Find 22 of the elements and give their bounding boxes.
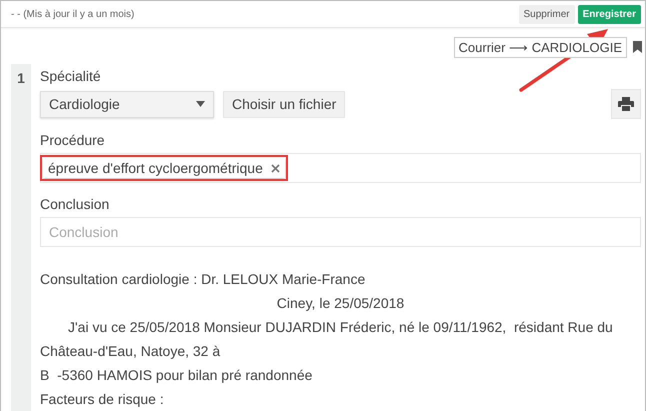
caret-icon (196, 101, 205, 107)
procedure-chip: épreuve d'effort cycloergométrique (43, 158, 285, 178)
letter-paragraph: Ciney, le 25/05/2018 (276, 294, 406, 313)
section-number: 1 (17, 70, 25, 86)
letter-paragraph: Consultation cardiologie : Dr. LELOUX Marie-France (40, 270, 366, 289)
letter-paragraph: Facteurs de risque : (40, 390, 165, 409)
update-status: - - (Mis à jour il y a un mois) (11, 8, 134, 20)
letter-paragraph: J'ai vu ce 25/05/2018 Monsieur DUJARDIN Fréderic, né le 09/11/1962, résidant Rue du Château-d'Eau, Natoye, 32 à (40, 318, 614, 361)
specialty-dropdown[interactable]: Cardiologie (40, 90, 214, 118)
choose-file-button[interactable]: Choisir un fichier (223, 90, 346, 118)
close-icon[interactable] (270, 164, 280, 172)
delete-button[interactable]: Supprimer (518, 4, 575, 24)
field-label: Conclusion (40, 196, 110, 212)
procedure-field[interactable]: épreuve d'effort cycloergométrique (40, 153, 641, 183)
field-label: Spécialité (40, 68, 101, 84)
route-tag[interactable]: Courrier ⟶ CARDIOLOGIE (454, 36, 627, 58)
print-button[interactable] (611, 89, 641, 119)
conclusion-field[interactable]: Conclusion (40, 217, 641, 247)
letter-paragraph: B -5360 HAMOIS pour bilan pré randonnée (40, 366, 314, 385)
field-label: Procédure (40, 132, 105, 148)
print-icon (618, 97, 634, 111)
bookmark-icon[interactable] (633, 41, 642, 53)
